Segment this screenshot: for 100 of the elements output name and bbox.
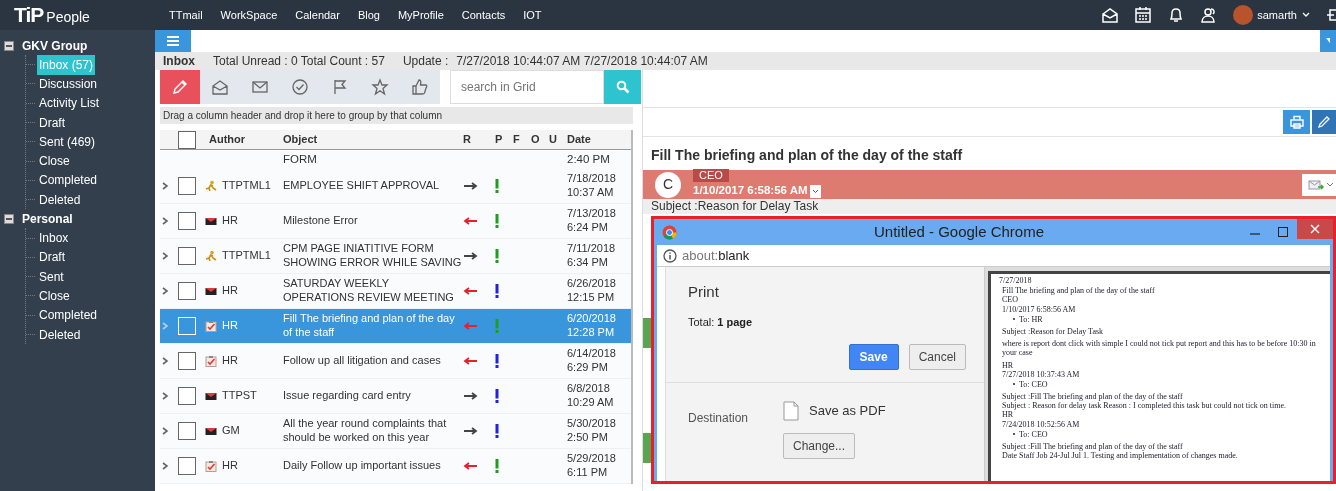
edit-button[interactable] (1312, 110, 1336, 134)
logo[interactable]: TiP People (0, 0, 160, 31)
expand-icon[interactable] (160, 216, 170, 226)
table-cell-text: All the year round complaints that should be worked on this year (283, 417, 448, 445)
message-row[interactable]: HR Follow up all litigation and cases 6/14/2018 6:29 PM (160, 344, 631, 379)
row-checkbox[interactable] (178, 352, 196, 370)
caret-icon[interactable] (1301, 11, 1311, 19)
table-cell-text: 6/8/2018 10:29 AM (567, 382, 615, 410)
row-checkbox[interactable] (178, 457, 196, 475)
change-button[interactable]: Change... (783, 433, 856, 459)
avatar: C (655, 171, 681, 198)
folder-item[interactable]: Close (37, 285, 72, 306)
nav-link[interactable]: Contacts (452, 6, 515, 24)
column-header[interactable]: R (463, 131, 495, 148)
table-cell-text: 5/29/2018 6:11 PM (567, 452, 617, 480)
collapse-icon[interactable] (4, 213, 14, 224)
message-row[interactable]: GM All the year round complaints that should be worked on this year 5/30/2018 2:50 PM (160, 414, 631, 449)
nav-link[interactable]: Blog (348, 6, 389, 24)
nav-link[interactable]: MyProfile (388, 6, 453, 24)
maximize-icon (1278, 227, 1288, 237)
folder-item[interactable]: Draft (37, 247, 67, 268)
row-checkbox[interactable] (178, 177, 196, 195)
page-total: Total: 1 page (687, 314, 754, 330)
search-icon (615, 80, 630, 94)
folder-item[interactable]: Draft (37, 112, 67, 133)
message-row[interactable]: TTPTML1 EMPLOYEE SHIFT APPROVAL 7/18/2018 10:37 AM (160, 169, 631, 204)
table-cell-text: 7/18/2018 10:37 AM (567, 172, 617, 200)
like-button[interactable] (400, 70, 440, 104)
calendar-icon[interactable] (1134, 6, 1153, 24)
address-field[interactable]: about:blank (682, 245, 750, 266)
column-header[interactable]: Author (205, 131, 283, 148)
folder-item[interactable]: Close (37, 151, 72, 172)
nav-link[interactable]: IOT (514, 6, 551, 24)
subject-text: Subject :Reason for Delay Task (643, 199, 1336, 214)
folder-item[interactable]: Sent (469) (37, 131, 98, 152)
column-header[interactable]: F (513, 131, 531, 148)
message-row[interactable]: HR Daily Follow up important issues 5/29/2018 6:11 PM (160, 449, 631, 484)
logout-icon[interactable] (1326, 6, 1336, 24)
folder-item[interactable]: Deleted (37, 324, 83, 345)
table-cell-text: 7/11/2018 6:34 PM (567, 242, 617, 270)
dropdown-button[interactable] (1320, 30, 1336, 52)
folder-item[interactable]: Completed (37, 170, 100, 191)
cancel-button[interactable]: Cancel (908, 344, 966, 370)
column-header[interactable]: O (531, 131, 549, 148)
expand-icon[interactable] (160, 251, 170, 261)
table-cell-text: 5/30/2018 2:50 PM (567, 417, 617, 445)
table-cell-text: 6/20/2018 12:28 PM (567, 312, 617, 340)
caret-icon (1326, 181, 1334, 188)
message-row[interactable]: TTPST Issue regarding card entry 6/8/2018 10:29 AM (160, 379, 631, 414)
avatar[interactable] (1233, 5, 1254, 25)
collapse-icon[interactable] (4, 40, 14, 51)
user-menu[interactable]: samarth (1233, 5, 1311, 25)
row-checkbox[interactable] (178, 387, 196, 405)
attachment-menu[interactable] (1302, 173, 1336, 196)
column-header[interactable]: Date (567, 131, 631, 148)
folder-item[interactable]: Completed (37, 305, 100, 326)
table-cell-text: Milestone Error (283, 214, 359, 228)
expand-icon[interactable] (160, 461, 170, 471)
nav-link[interactable]: TTmail (160, 6, 212, 24)
folder-item[interactable]: Discussion (37, 73, 100, 94)
expand-icon[interactable] (160, 356, 170, 366)
read-button[interactable] (200, 70, 240, 104)
expand-icon[interactable] (160, 181, 170, 191)
compose-button[interactable] (160, 70, 200, 104)
folder-item[interactable]: Deleted (37, 189, 83, 210)
column-header[interactable]: Object (283, 131, 463, 148)
document-icon (783, 401, 799, 421)
mail-open-icon[interactable] (1101, 6, 1120, 24)
column-header[interactable]: P (495, 131, 513, 148)
menu-icon (167, 36, 179, 46)
row-checkbox[interactable] (178, 247, 196, 265)
envelope-icon (1308, 177, 1324, 192)
dropdown-toggle[interactable] (809, 184, 821, 198)
expand-icon[interactable] (160, 286, 170, 296)
row-checkbox[interactable] (178, 212, 196, 230)
select-all-checkbox[interactable] (178, 130, 196, 149)
print-button[interactable] (1283, 110, 1310, 134)
message-row[interactable]: HR Milestone Error 7/13/2018 6:24 PM (160, 204, 631, 239)
message-row[interactable]: TTPTML1 CPM PAGE INIATITIVE FORM SHOWING ERROR WHILE SAVING 7/11/2018 6:34 PM (160, 239, 631, 274)
table-cell: GM (222, 424, 240, 438)
folder-group[interactable]: GKV Group (22, 36, 88, 55)
nav-link[interactable]: WorkSpace (211, 6, 287, 24)
expand-icon[interactable] (160, 391, 170, 401)
runner-icon (205, 250, 217, 262)
folder-title: Inbox (163, 53, 195, 70)
search-field[interactable]: search in Grid (450, 70, 604, 104)
folder-item[interactable]: Sent (37, 266, 66, 287)
column-header[interactable]: U (549, 131, 567, 148)
table-cell: TTPTML1 (222, 179, 271, 193)
expand-icon[interactable] (160, 426, 170, 436)
window-title: Untitled - Google Chrome (872, 221, 1046, 242)
nav-link[interactable]: Calendar (286, 6, 349, 24)
folder-group[interactable]: Personal (22, 209, 73, 228)
folder-item[interactable]: Activity List (37, 93, 101, 114)
row-checkbox[interactable] (178, 282, 196, 300)
close-button[interactable] (1297, 219, 1333, 239)
folder-item[interactable]: Inbox (37, 228, 71, 249)
menu-button[interactable] (155, 30, 191, 52)
row-checkbox[interactable] (178, 422, 196, 440)
save-button[interactable]: Save (848, 344, 899, 370)
